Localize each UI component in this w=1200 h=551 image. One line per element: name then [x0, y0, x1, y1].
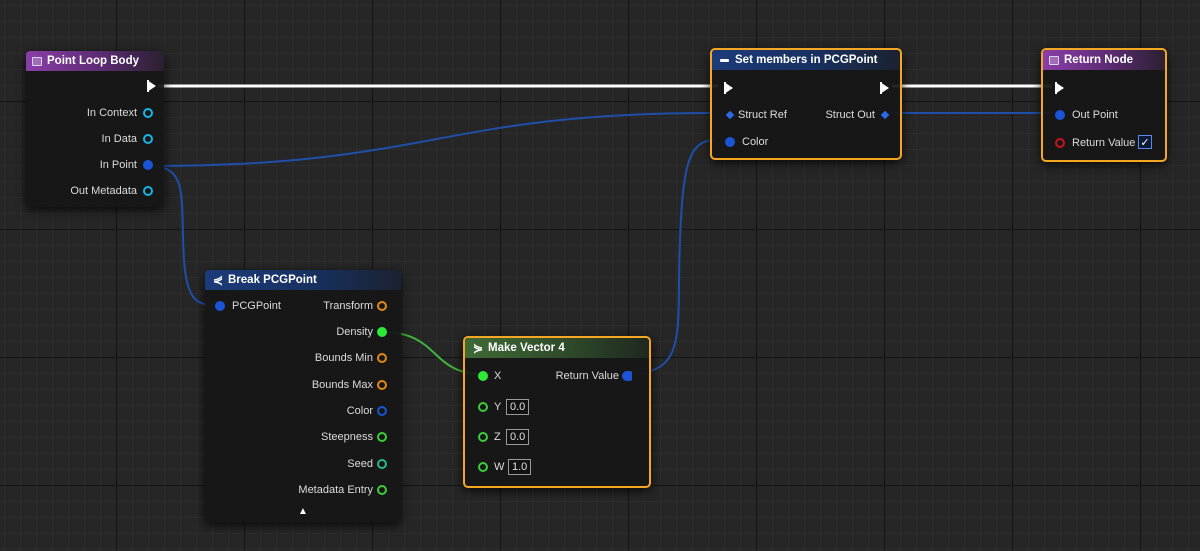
w-input-pin[interactable]	[478, 462, 488, 472]
function-icon	[32, 56, 42, 66]
out-point-label: Out Point	[1072, 109, 1118, 121]
bounds-max-pin[interactable]	[377, 380, 387, 390]
exec-input-pin[interactable]	[1055, 82, 1064, 94]
return-value-label: Return Value	[1072, 137, 1136, 149]
metadata-entry-pin[interactable]	[377, 485, 387, 495]
exec-input-pin[interactable]	[724, 82, 733, 94]
in-context-label: In Context	[86, 107, 137, 119]
density-pin[interactable]	[377, 327, 387, 337]
z-label: Z	[494, 431, 501, 443]
pcgpoint-label: PCGPoint	[232, 300, 281, 312]
z-input-pin[interactable]	[478, 432, 488, 442]
y-input-pin[interactable]	[478, 402, 488, 412]
bounds-min-pin[interactable]	[377, 353, 387, 363]
break-pcgpoint-node[interactable]: ⋞ Break PCGPoint PCGPoint Transform Dens…	[205, 270, 401, 522]
struct-ref-label: Struct Ref	[738, 109, 787, 121]
exec-output-pin[interactable]	[880, 82, 889, 94]
return-node[interactable]: Return Node Out Point Return Value ✓	[1041, 48, 1167, 162]
in-point-label: In Point	[99, 159, 137, 171]
pcgpoint-input-pin[interactable]	[215, 301, 225, 311]
color-label: Color	[742, 136, 769, 148]
in-context-pin[interactable]	[143, 108, 153, 118]
y-value-field[interactable]: 0.0	[506, 399, 530, 415]
return-value-pin[interactable]	[622, 371, 632, 381]
return-value-label: Return Value	[555, 370, 619, 382]
break-struct-icon: ⋞	[212, 273, 224, 287]
point-loop-body-title: Point Loop Body	[47, 55, 139, 67]
set-members-title: Set members in PCGPoint	[735, 54, 878, 66]
blueprint-graph-canvas[interactable]: Point Loop Body In Context In Data In Po…	[0, 0, 1200, 551]
set-members-header[interactable]: Set members in PCGPoint	[712, 50, 900, 70]
function-icon	[1049, 55, 1059, 65]
struct-out-label: Struct Out	[825, 109, 875, 121]
transform-pin[interactable]	[377, 301, 387, 311]
set-members-node[interactable]: Set members in PCGPoint Struct Ref Struc…	[710, 48, 902, 160]
bounds-max-label: Bounds Max	[311, 379, 373, 391]
point-loop-body-node[interactable]: Point Loop Body In Context In Data In Po…	[26, 51, 164, 207]
in-point-pin[interactable]	[143, 160, 153, 170]
collapse-chevron-icon[interactable]: ▲	[298, 506, 308, 517]
color-pin[interactable]	[377, 406, 387, 416]
return-node-header[interactable]: Return Node	[1043, 50, 1165, 70]
w-label: W	[494, 461, 505, 473]
out-point-pin[interactable]	[1055, 110, 1065, 120]
return-value-checkbox[interactable]: ✓	[1138, 135, 1152, 149]
z-value-field[interactable]: 0.0	[506, 429, 530, 445]
struct-wire-inpoint-to-structref	[149, 112, 713, 167]
bounds-min-label: Bounds Min	[314, 352, 373, 364]
make-vector4-title: Make Vector 4	[488, 342, 565, 354]
seed-pin[interactable]	[377, 459, 387, 469]
x-label: X	[494, 370, 502, 382]
metadata-entry-label: Metadata Entry	[298, 484, 373, 496]
transform-label: Transform	[323, 300, 373, 312]
return-node-title: Return Node	[1064, 54, 1133, 66]
y-label: Y	[494, 401, 502, 413]
break-pcgpoint-header[interactable]: ⋞ Break PCGPoint	[205, 270, 401, 290]
out-metadata-pin[interactable]	[143, 186, 153, 196]
seed-label: Seed	[347, 458, 373, 470]
make-struct-icon: ⋟	[472, 341, 484, 355]
set-members-icon	[720, 58, 729, 62]
in-data-pin[interactable]	[143, 134, 153, 144]
steepness-pin[interactable]	[377, 432, 387, 442]
struct-out-pin[interactable]	[880, 110, 890, 120]
w-value-field[interactable]: 1.0	[508, 459, 532, 475]
color-input-pin[interactable]	[725, 137, 735, 147]
make-vector4-node[interactable]: ⋟ Make Vector 4 X Return Value Y 0.0 Z 0…	[463, 336, 651, 488]
out-metadata-label: Out Metadata	[70, 185, 137, 197]
make-vector4-header[interactable]: ⋟ Make Vector 4	[465, 338, 649, 358]
return-value-pin[interactable]	[1055, 138, 1065, 148]
density-label: Density	[336, 326, 373, 338]
x-input-pin[interactable]	[478, 371, 488, 381]
exec-output-pin[interactable]	[147, 80, 156, 92]
color-label: Color	[346, 405, 373, 417]
steepness-label: Steepness	[321, 431, 373, 443]
break-pcgpoint-title: Break PCGPoint	[228, 274, 317, 286]
in-data-label: In Data	[101, 133, 137, 145]
struct-ref-pin[interactable]	[725, 110, 735, 120]
point-loop-body-header[interactable]: Point Loop Body	[26, 51, 164, 71]
